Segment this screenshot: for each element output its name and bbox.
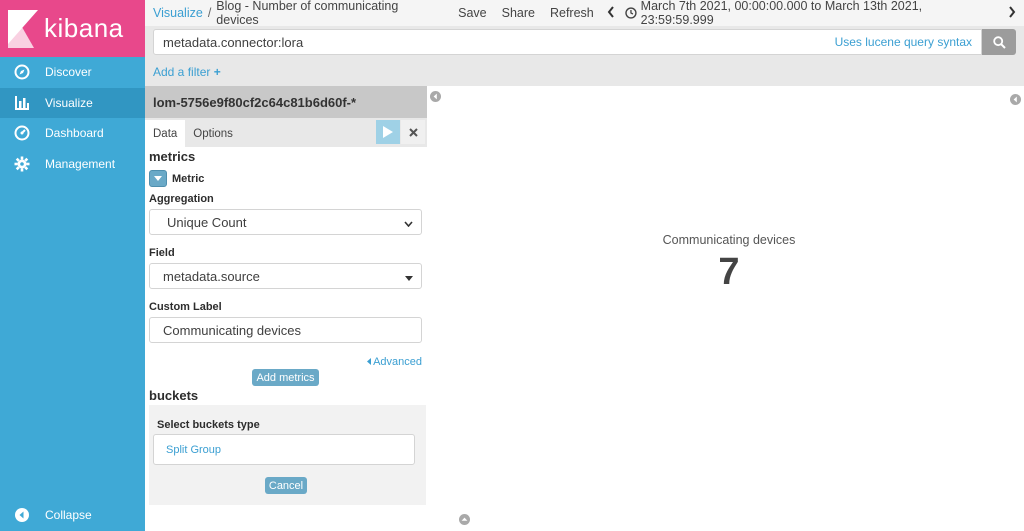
top-actions: Save Share Refresh March 7th 2021, 00:00… <box>443 0 1024 27</box>
aggregation-value: Unique Count <box>167 214 247 230</box>
kibana-brand[interactable]: kibana <box>0 0 145 57</box>
expand-up-icon[interactable] <box>459 514 470 528</box>
search-button[interactable] <box>982 29 1016 55</box>
metric-vis-label: Communicating devices <box>662 233 796 247</box>
tab-data[interactable]: Data <box>145 120 186 147</box>
aggregation-label: Aggregation <box>149 193 214 205</box>
sidebar-item-label: Visualize <box>45 95 93 110</box>
metric-visualization: Communicating devices 7 <box>427 233 1024 294</box>
play-icon <box>383 126 393 138</box>
metric-header: Metric <box>149 170 204 187</box>
sidebar-item-management[interactable]: Management <box>0 149 145 180</box>
refresh-button[interactable]: Refresh <box>550 6 594 20</box>
close-icon <box>408 127 418 137</box>
time-range-text: March 7th 2021, 00:00:00.000 to March 13… <box>640 0 923 27</box>
field-select[interactable]: metadata.source <box>149 263 422 289</box>
custom-label-label: Custom Label <box>149 301 222 313</box>
vis-editor-sidebar: lom-5756e9f80cf2c64c81b6d60f-* Data Opti… <box>145 86 427 531</box>
tab-options[interactable]: Options <box>185 120 241 147</box>
collapse-editor-icon[interactable] <box>430 91 441 105</box>
caret-down-icon <box>405 269 413 284</box>
search-icon <box>992 35 1006 49</box>
time-next-icon[interactable] <box>1008 5 1016 21</box>
split-group-option[interactable]: Split Group <box>153 434 415 465</box>
caret-down-icon <box>154 176 162 181</box>
discard-changes-button[interactable] <box>401 120 425 144</box>
breadcrumb-separator: / <box>207 6 212 20</box>
aggregation-select[interactable]: Unique Count <box>149 209 422 235</box>
page-title: Blog - Number of communicating devices <box>216 0 399 27</box>
metric-toggle-button[interactable] <box>149 170 167 187</box>
add-metrics-button[interactable]: Add metrics <box>252 369 319 386</box>
collapse-left-icon <box>14 507 30 523</box>
lucene-syntax-link[interactable]: Uses lucene query syntax <box>835 35 972 49</box>
apply-changes-button[interactable] <box>376 120 400 144</box>
collapse-button[interactable]: Collapse <box>0 503 145 527</box>
collapse-label: Collapse <box>45 508 92 522</box>
search-input[interactable]: metadata.connector:lora Uses lucene quer… <box>153 29 982 55</box>
editor-tabs: Data Options <box>145 118 427 147</box>
kibana-logo-icon <box>8 9 38 48</box>
metrics-section-title: metrics <box>149 149 196 164</box>
select-buckets-type-label: Select buckets type <box>157 419 260 431</box>
query-bar: metadata.connector:lora Uses lucene quer… <box>145 26 1024 58</box>
visualization-area: Communicating devices 7 <box>427 86 1024 531</box>
breadcrumb-visualize-link[interactable]: Visualize <box>153 6 203 20</box>
brand-name: kibana <box>44 13 124 43</box>
sidebar-item-label: Discover <box>45 65 92 80</box>
sidebar-item-dashboard[interactable]: Dashboard <box>0 118 145 149</box>
sidebar-nav: Discover Visualize Dashboard Management <box>0 57 145 179</box>
dashboard-icon <box>14 125 30 141</box>
filter-bar: Add a filter + <box>145 58 1024 86</box>
collapse-right-icon[interactable] <box>1010 94 1021 108</box>
advanced-label: Advanced <box>373 356 422 368</box>
cancel-button[interactable]: Cancel <box>265 477 307 494</box>
save-button[interactable]: Save <box>458 6 487 20</box>
metric-vis-value: 7 <box>718 251 740 293</box>
buckets-section-title: buckets <box>149 388 199 403</box>
add-filter-link[interactable]: Add a filter + <box>153 65 221 79</box>
index-pattern-title: lom-5756e9f80cf2c64c81b6d60f-* <box>145 86 427 118</box>
field-value: metadata.source <box>163 268 260 284</box>
metric-label: Metric <box>172 172 205 185</box>
custom-label-input[interactable]: Communicating devices <box>149 317 422 343</box>
gear-icon <box>14 156 30 172</box>
sidebar-item-discover[interactable]: Discover <box>0 57 145 88</box>
add-filter-label: Add a filter <box>153 65 211 79</box>
clock-icon <box>625 7 637 19</box>
custom-label-value: Communicating devices <box>163 322 302 338</box>
time-prev-icon[interactable] <box>607 5 615 21</box>
chevron-down-icon <box>404 215 413 230</box>
bar-chart-icon <box>14 95 30 111</box>
sidebar-item-label: Dashboard <box>45 126 104 141</box>
field-label: Field <box>149 247 175 259</box>
sidebar-item-visualize[interactable]: Visualize <box>0 87 145 118</box>
search-query-text: metadata.connector:lora <box>163 34 304 50</box>
time-picker[interactable]: March 7th 2021, 00:00:00.000 to March 13… <box>625 0 996 27</box>
compass-icon <box>14 64 30 80</box>
share-button[interactable]: Share <box>502 6 535 20</box>
sidebar: kibana Discover Visualize Dashboard Mana… <box>0 0 145 531</box>
sidebar-item-label: Management <box>45 156 116 171</box>
buckets-panel: Select buckets type Split Group Cancel <box>149 405 426 505</box>
advanced-toggle-link[interactable]: Advanced <box>366 356 422 368</box>
caret-left-icon <box>366 358 371 365</box>
plus-icon: + <box>213 65 221 79</box>
top-bar: Visualize / Blog - Number of communicati… <box>145 0 1024 27</box>
